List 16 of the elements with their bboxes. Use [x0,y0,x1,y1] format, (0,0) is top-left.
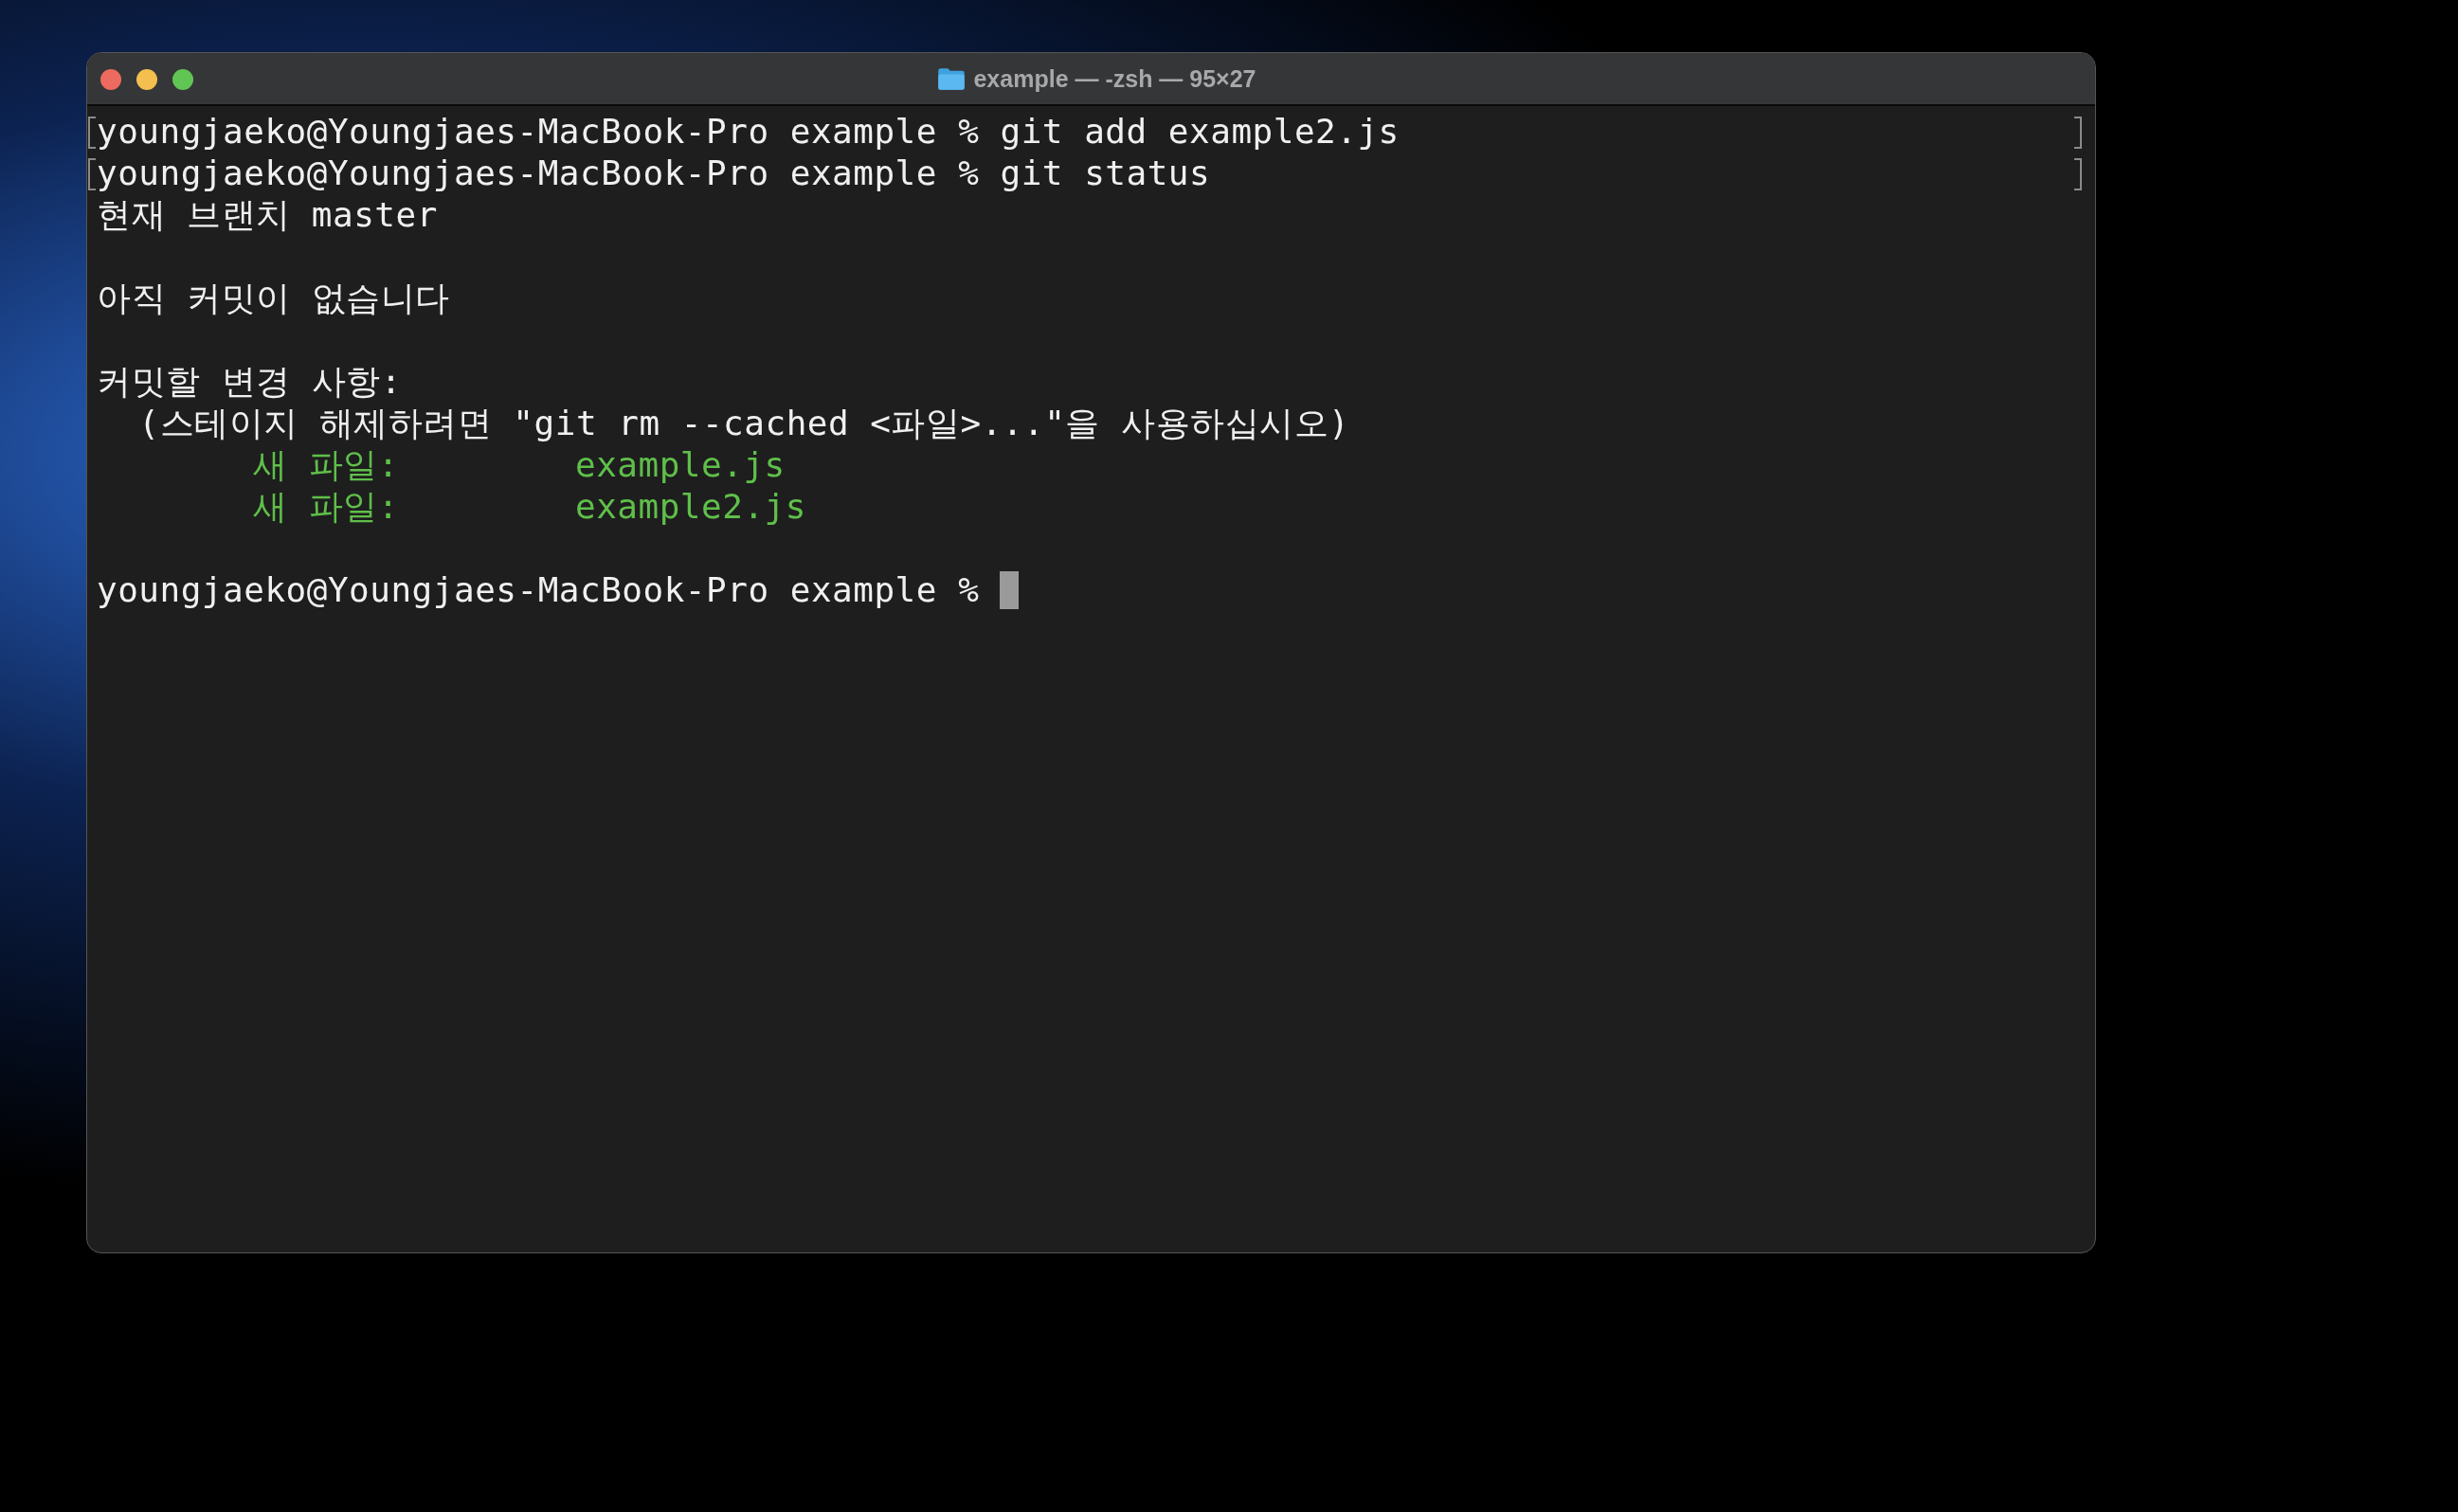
prompt-text: youngjaeko@Youngjaes-MacBook-Pro example % [97,570,980,610]
file-name: example2.js [575,487,806,527]
close-button[interactable] [100,69,121,90]
zoom-button[interactable] [172,69,193,90]
command-line: youngjaeko@Youngjaes-MacBook-Pro example % git add example2.js [97,112,1400,152]
folder-icon [937,66,967,91]
file-name: example.js [575,445,786,485]
status-label: 새 파일: [253,445,400,485]
output-text: 현재 브랜치 master [97,195,438,235]
status-label: 새 파일: [253,487,400,527]
output-text: (스테이지 해제하려면 "git rm --cached <파일>..."을 사용하십시오) [137,404,1350,443]
minimize-button[interactable] [136,69,157,90]
window-title: example — -zsh — 95×27 [973,64,1256,93]
output-text: 아직 커밋이 없습니다 [97,279,450,318]
output-text: 커밋할 변경 사항: [97,362,403,402]
command-line: youngjaeko@Youngjaes-MacBook-Pro example % git status [97,153,1211,193]
